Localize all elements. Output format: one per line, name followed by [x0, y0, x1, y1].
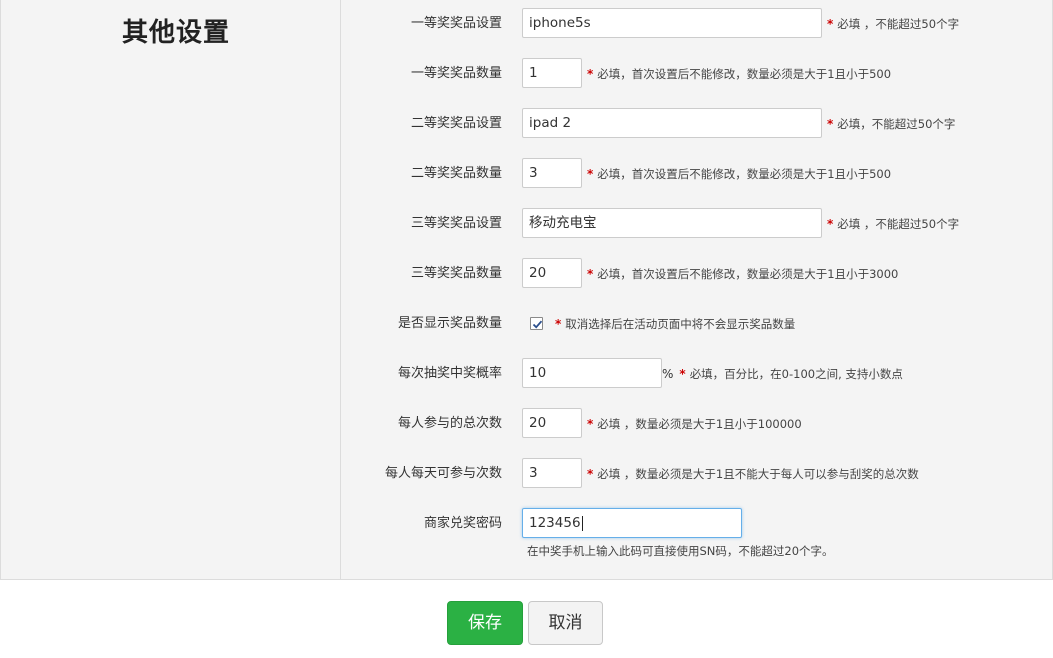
required-mark: *: [679, 367, 686, 381]
daily-times-hint-text: 必填 ，数量必须是大于1且不能大于每人可以参与刮奖的总次数: [597, 467, 919, 481]
percent-unit: %: [662, 367, 674, 381]
section-sidebar: 其他设置: [1, 0, 341, 579]
prize2-count-row: 二等奖奖品数量 3 * 必填，首次设置后不能修改，数量必须是大于1且小于500: [342, 158, 1053, 190]
win-rate-hint: % * 必填，百分比，在0-100之间, 支持小数点: [662, 358, 903, 390]
show-count-checkbox[interactable]: [530, 317, 543, 330]
prize2-count-label: 二等奖奖品数量: [410, 166, 502, 181]
prize3-count-hint: * 必填，首次设置后不能修改，数量必须是大于1且小于3000: [587, 258, 898, 290]
daily-times-hint: * 必填 ，数量必须是大于1且不能大于每人可以参与刮奖的总次数: [587, 458, 919, 490]
show-count-label: 是否显示奖品数量: [397, 316, 502, 331]
required-mark: *: [587, 417, 594, 431]
prize3-count-label: 三等奖奖品数量: [410, 266, 502, 281]
prize2-name-input[interactable]: ipad 2: [522, 108, 822, 138]
prize2-name-label: 二等奖奖品设置: [410, 116, 502, 131]
merchant-pwd-value: 123456: [529, 515, 581, 531]
required-mark: *: [827, 117, 834, 131]
prize3-count-row: 三等奖奖品数量 20 * 必填，首次设置后不能修改，数量必须是大于1且小于3000: [342, 258, 1053, 290]
show-count-row: 是否显示奖品数量 * 取消选择后在活动页面中将不会显示奖品数量: [342, 308, 1053, 340]
prize3-count-hint-text: 必填，首次设置后不能修改，数量必须是大于1且小于3000: [597, 267, 899, 281]
merchant-pwd-label: 商家兑奖密码: [423, 516, 502, 531]
prize3-name-label: 三等奖奖品设置: [410, 216, 502, 231]
merchant-pwd-row: 商家兑奖密码 123456: [342, 508, 1053, 540]
prize3-name-input[interactable]: 移动充电宝: [522, 208, 822, 238]
prize1-name-label: 一等奖奖品设置: [410, 16, 502, 31]
prize1-name-row: 一等奖奖品设置 iphone5s * 必填 ，不能超过50个字: [342, 8, 1053, 40]
total-times-hint-text: 必填 ，数量必须是大于1且小于100000: [597, 417, 802, 431]
prize2-name-row: 二等奖奖品设置 ipad 2 * 必填，不能超过50个字: [342, 108, 1053, 140]
prize1-name-hint-text: 必填 ，不能超过50个字: [837, 17, 960, 31]
show-count-hint-text: 取消选择后在活动页面中将不会显示奖品数量: [565, 317, 796, 331]
merchant-pwd-hint: 在中奖手机上输入此码可直接使用SN码，不能超过20个字。: [527, 544, 834, 558]
required-mark: *: [827, 217, 834, 231]
prize3-name-hint-text: 必填 ，不能超过50个字: [837, 217, 960, 231]
checkmark-icon: [532, 320, 543, 329]
win-rate-input[interactable]: 10: [522, 358, 662, 388]
win-rate-row: 每次抽奖中奖概率 10 % * 必填，百分比，在0-100之间, 支持小数点: [342, 358, 1053, 390]
daily-times-row: 每人每天可参与次数 3 * 必填 ，数量必须是大于1且不能大于每人可以参与刮奖的总…: [342, 458, 1053, 490]
prize2-name-hint-text: 必填，不能超过50个字: [837, 117, 956, 131]
required-mark: *: [587, 167, 594, 181]
total-times-hint: * 必填 ，数量必须是大于1且小于100000: [587, 408, 802, 440]
required-mark: *: [587, 267, 594, 281]
total-times-row: 每人参与的总次数 20 * 必填 ，数量必须是大于1且小于100000: [342, 408, 1053, 440]
text-caret: [581, 515, 583, 531]
prize1-count-hint-text: 必填，首次设置后不能修改，数量必须是大于1且小于500: [597, 67, 892, 81]
prize1-count-row: 一等奖奖品数量 1 * 必填，首次设置后不能修改，数量必须是大于1且小于500: [342, 58, 1053, 90]
save-button[interactable]: 保存: [447, 601, 523, 645]
required-mark: *: [587, 467, 594, 481]
prize2-name-hint: * 必填，不能超过50个字: [827, 108, 955, 140]
show-count-hint: * 取消选择后在活动页面中将不会显示奖品数量: [555, 308, 795, 340]
prize1-count-hint: * 必填，首次设置后不能修改，数量必须是大于1且小于500: [587, 58, 891, 90]
prize1-count-label: 一等奖奖品数量: [410, 66, 502, 81]
prize3-name-hint: * 必填 ，不能超过50个字: [827, 208, 959, 240]
prize2-count-hint: * 必填，首次设置后不能修改，数量必须是大于1且小于500: [587, 158, 891, 190]
total-times-input[interactable]: 20: [522, 408, 582, 438]
prize2-count-input[interactable]: 3: [522, 158, 582, 188]
daily-times-input[interactable]: 3: [522, 458, 582, 488]
prize1-name-input[interactable]: iphone5s: [522, 8, 822, 38]
section-title: 其他设置: [122, 18, 231, 48]
settings-panel: 其他设置 一等奖奖品设置 iphone5s * 必填 ，不能超过50个字 一等奖奖…: [0, 0, 1053, 580]
prize3-count-input[interactable]: 20: [522, 258, 582, 288]
prize1-count-input[interactable]: 1: [522, 58, 582, 88]
required-mark: *: [827, 17, 834, 31]
daily-times-label: 每人每天可参与次数: [384, 466, 502, 481]
prize1-name-hint: * 必填 ，不能超过50个字: [827, 8, 959, 40]
required-mark: *: [555, 317, 562, 331]
win-rate-hint-text: 必填，百分比，在0-100之间, 支持小数点: [689, 367, 903, 381]
prize3-name-row: 三等奖奖品设置 移动充电宝 * 必填 ，不能超过50个字: [342, 208, 1053, 240]
total-times-label: 每人参与的总次数: [397, 416, 502, 431]
cancel-button[interactable]: 取消: [528, 601, 603, 645]
win-rate-label: 每次抽奖中奖概率: [397, 366, 502, 381]
form-area: 一等奖奖品设置 iphone5s * 必填 ，不能超过50个字 一等奖奖品数量 1…: [342, 0, 1053, 579]
merchant-pwd-input[interactable]: 123456: [522, 508, 742, 538]
required-mark: *: [587, 67, 594, 81]
prize2-count-hint-text: 必填，首次设置后不能修改，数量必须是大于1且小于500: [597, 167, 892, 181]
